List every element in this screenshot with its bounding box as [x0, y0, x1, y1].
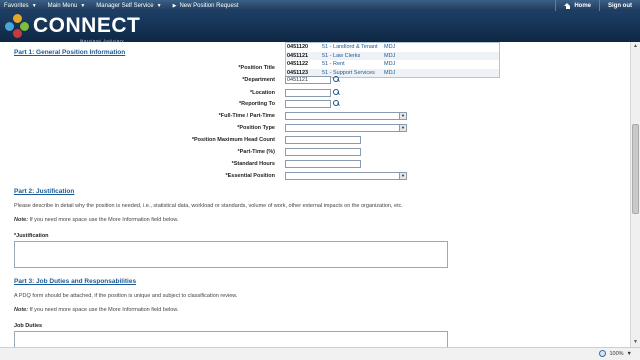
reporting-to-label: *Reporting To	[239, 101, 275, 107]
scroll-up-icon[interactable]: ▲	[631, 42, 640, 51]
essential-position-select[interactable]: ▼	[285, 172, 407, 180]
job-duties-label: Job Duties	[14, 323, 43, 329]
part1-title: Part 1: General Position Information	[14, 49, 126, 56]
signout-label: Sign out	[608, 2, 632, 9]
search-icon[interactable]	[333, 100, 340, 107]
location-field[interactable]	[285, 89, 331, 97]
justification-textarea[interactable]	[14, 241, 448, 268]
nav-manager-self-service[interactable]: Manager Self Service ▼	[92, 0, 168, 11]
position-type-select[interactable]: ▼	[285, 124, 407, 132]
list-item[interactable]: 0451120 51 - Landlord & Tenant MDJ	[286, 43, 499, 52]
scrollbar-thumb[interactable]	[632, 124, 639, 214]
position-title-label: *Position Title	[238, 65, 275, 71]
full-part-time-label: *Full-Time / Part-Time	[218, 113, 275, 119]
dept-desc: 51 - Landlord & Tenant	[322, 44, 378, 50]
justification-label: *Justification	[14, 233, 49, 239]
dept-org: MDJ	[384, 61, 396, 67]
note-label: Note:	[14, 307, 29, 313]
form-content: Part 1: General Position Information 045…	[0, 42, 630, 347]
breadcrumb-new-position-request[interactable]: ▶ New Position Request	[169, 0, 246, 11]
scroll-down-icon[interactable]: ▼	[631, 338, 640, 347]
department-label: *Department	[242, 77, 275, 83]
chevron-right-icon: ▶	[172, 2, 177, 9]
chevron-down-icon: ▼	[399, 113, 406, 119]
dept-desc: 51 - Support Services	[322, 69, 375, 76]
breadcrumb-label: New Position Request	[179, 2, 239, 9]
part-time-pct-field[interactable]	[285, 148, 361, 156]
part3-note: Note: If you need more space use the Mor…	[14, 307, 178, 313]
note-label: Note:	[14, 217, 29, 223]
nav-main-menu-label: Main Menu	[47, 2, 78, 9]
globe-icon	[599, 350, 607, 357]
list-item[interactable]: 0451122 51 - Rent MDJ	[286, 60, 499, 69]
zoom-control[interactable]: 100% ▼	[599, 350, 632, 357]
max-head-count-label: *Position Maximum Head Count	[191, 137, 275, 143]
home-label: Home	[574, 2, 591, 9]
standard-hours-field[interactable]	[285, 160, 361, 168]
part2-title: Part 2: Justification	[14, 188, 75, 195]
nav-favorites-label: Favorites	[4, 2, 29, 9]
home-icon	[564, 2, 571, 9]
connect-logo: CONNECT	[4, 13, 140, 39]
dept-org: MDJ	[384, 52, 396, 59]
part2-description: Please describe in detail why the positi…	[14, 203, 403, 209]
chevron-down-icon: ▼	[399, 125, 406, 131]
reporting-to-field[interactable]	[285, 100, 331, 108]
full-part-time-select[interactable]: ▼	[285, 112, 407, 120]
essential-position-label: *Essential Position	[225, 173, 275, 179]
dept-org: MDJ	[384, 44, 396, 50]
dept-org: MDJ	[384, 69, 396, 76]
part2-note: Note: If you need more space use the Mor…	[14, 217, 178, 223]
chevron-down-icon: ▼	[80, 2, 86, 9]
brand-header: CONNECT Maryland Judiciary	[0, 11, 640, 43]
department-field[interactable]: 0451121	[285, 76, 331, 84]
browser-status-bar: 100% ▼	[0, 347, 640, 360]
position-type-label: *Position Type	[237, 125, 275, 131]
chevron-down-icon: ▼	[626, 350, 632, 357]
search-icon[interactable]	[333, 89, 340, 96]
zoom-level: 100%	[609, 350, 624, 357]
logo-text: CONNECT	[33, 14, 141, 37]
nav-favorites[interactable]: Favorites ▼	[0, 0, 44, 11]
dept-desc: 51 - Law Clerks	[322, 52, 361, 59]
part-time-pct-label: *Part-Time (%)	[237, 149, 276, 155]
home-link[interactable]: Home	[555, 0, 599, 11]
dept-code: 0451121	[287, 52, 309, 59]
dept-code: 0451120	[287, 44, 309, 50]
max-head-count-field[interactable]	[285, 136, 361, 144]
signout-link[interactable]: Sign out	[599, 0, 640, 11]
part3-description: A PDQ form should be attached, if the po…	[14, 293, 238, 299]
part3-title: Part 3: Job Duties and Responsabilities	[14, 278, 137, 285]
note-text: If you need more space use the More Info…	[28, 217, 179, 223]
list-item[interactable]: 0451121 51 - Law Clerks MDJ	[286, 51, 499, 60]
chevron-down-icon: ▼	[31, 2, 37, 9]
search-icon[interactable]	[333, 76, 340, 83]
chevron-down-icon: ▼	[156, 2, 162, 9]
vertical-scrollbar[interactable]: ▲ ▼	[630, 42, 640, 347]
dept-desc: 51 - Rent	[322, 61, 345, 67]
nav-manager-label: Manager Self Service	[96, 2, 154, 9]
department-dropdown-list[interactable]: 0451120 51 - Landlord & Tenant MDJ 0451121…	[285, 42, 500, 78]
chevron-down-icon: ▼	[399, 173, 406, 179]
logo-mark-icon	[4, 13, 30, 39]
note-text: If you need more space use the More Info…	[28, 307, 179, 313]
nav-main-menu[interactable]: Main Menu ▼	[44, 0, 93, 11]
job-duties-textarea[interactable]	[14, 331, 448, 347]
standard-hours-label: *Standard Hours	[231, 161, 275, 167]
top-nav-bar: Favorites ▼ Main Menu ▼ Manager Self Servi…	[0, 0, 640, 11]
location-label: *Location	[249, 90, 275, 96]
dept-code: 0451122	[287, 61, 309, 67]
